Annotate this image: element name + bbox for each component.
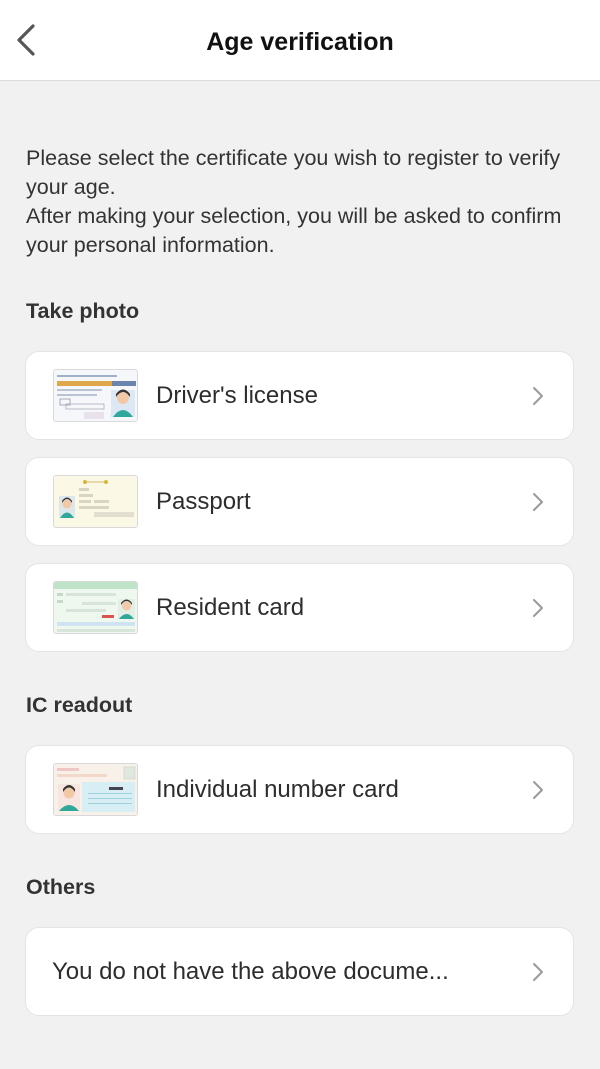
chevron-right-icon (533, 781, 543, 799)
section-heading-take-photo: Take photo (26, 299, 140, 323)
option-no-documents[interactable]: You do not have the above docume... (25, 927, 574, 1016)
resident-card-icon (53, 581, 138, 634)
option-label: Individual number card (156, 776, 399, 803)
option-label: Driver's license (156, 382, 318, 409)
chevron-right-icon (533, 387, 543, 405)
chevron-right-icon (533, 599, 543, 617)
passport-icon (53, 475, 138, 528)
intro-line-1: Please select the certificate you wish t… (26, 146, 561, 199)
intro-text: Please select the certificate you wish t… (26, 144, 576, 260)
option-label: Passport (156, 488, 251, 515)
section-heading-others: Others (26, 875, 96, 899)
app-header: Age verification (0, 0, 600, 81)
chevron-right-icon (533, 963, 543, 981)
page-title: Age verification (206, 28, 394, 56)
option-passport[interactable]: Passport (25, 457, 574, 546)
option-individual-number-card[interactable]: Individual number card (25, 745, 574, 834)
option-resident-card[interactable]: Resident card (25, 563, 574, 652)
option-drivers-license[interactable]: Driver's license (25, 351, 574, 440)
intro-line-2: After making your selection, you will be… (26, 204, 562, 257)
drivers-license-card-icon (53, 369, 138, 422)
option-label: You do not have the above docume... (52, 958, 449, 985)
option-label: Resident card (156, 594, 305, 621)
section-heading-ic-readout: IC readout (26, 693, 133, 717)
individual-number-card-icon (53, 763, 138, 816)
chevron-right-icon (533, 493, 543, 511)
